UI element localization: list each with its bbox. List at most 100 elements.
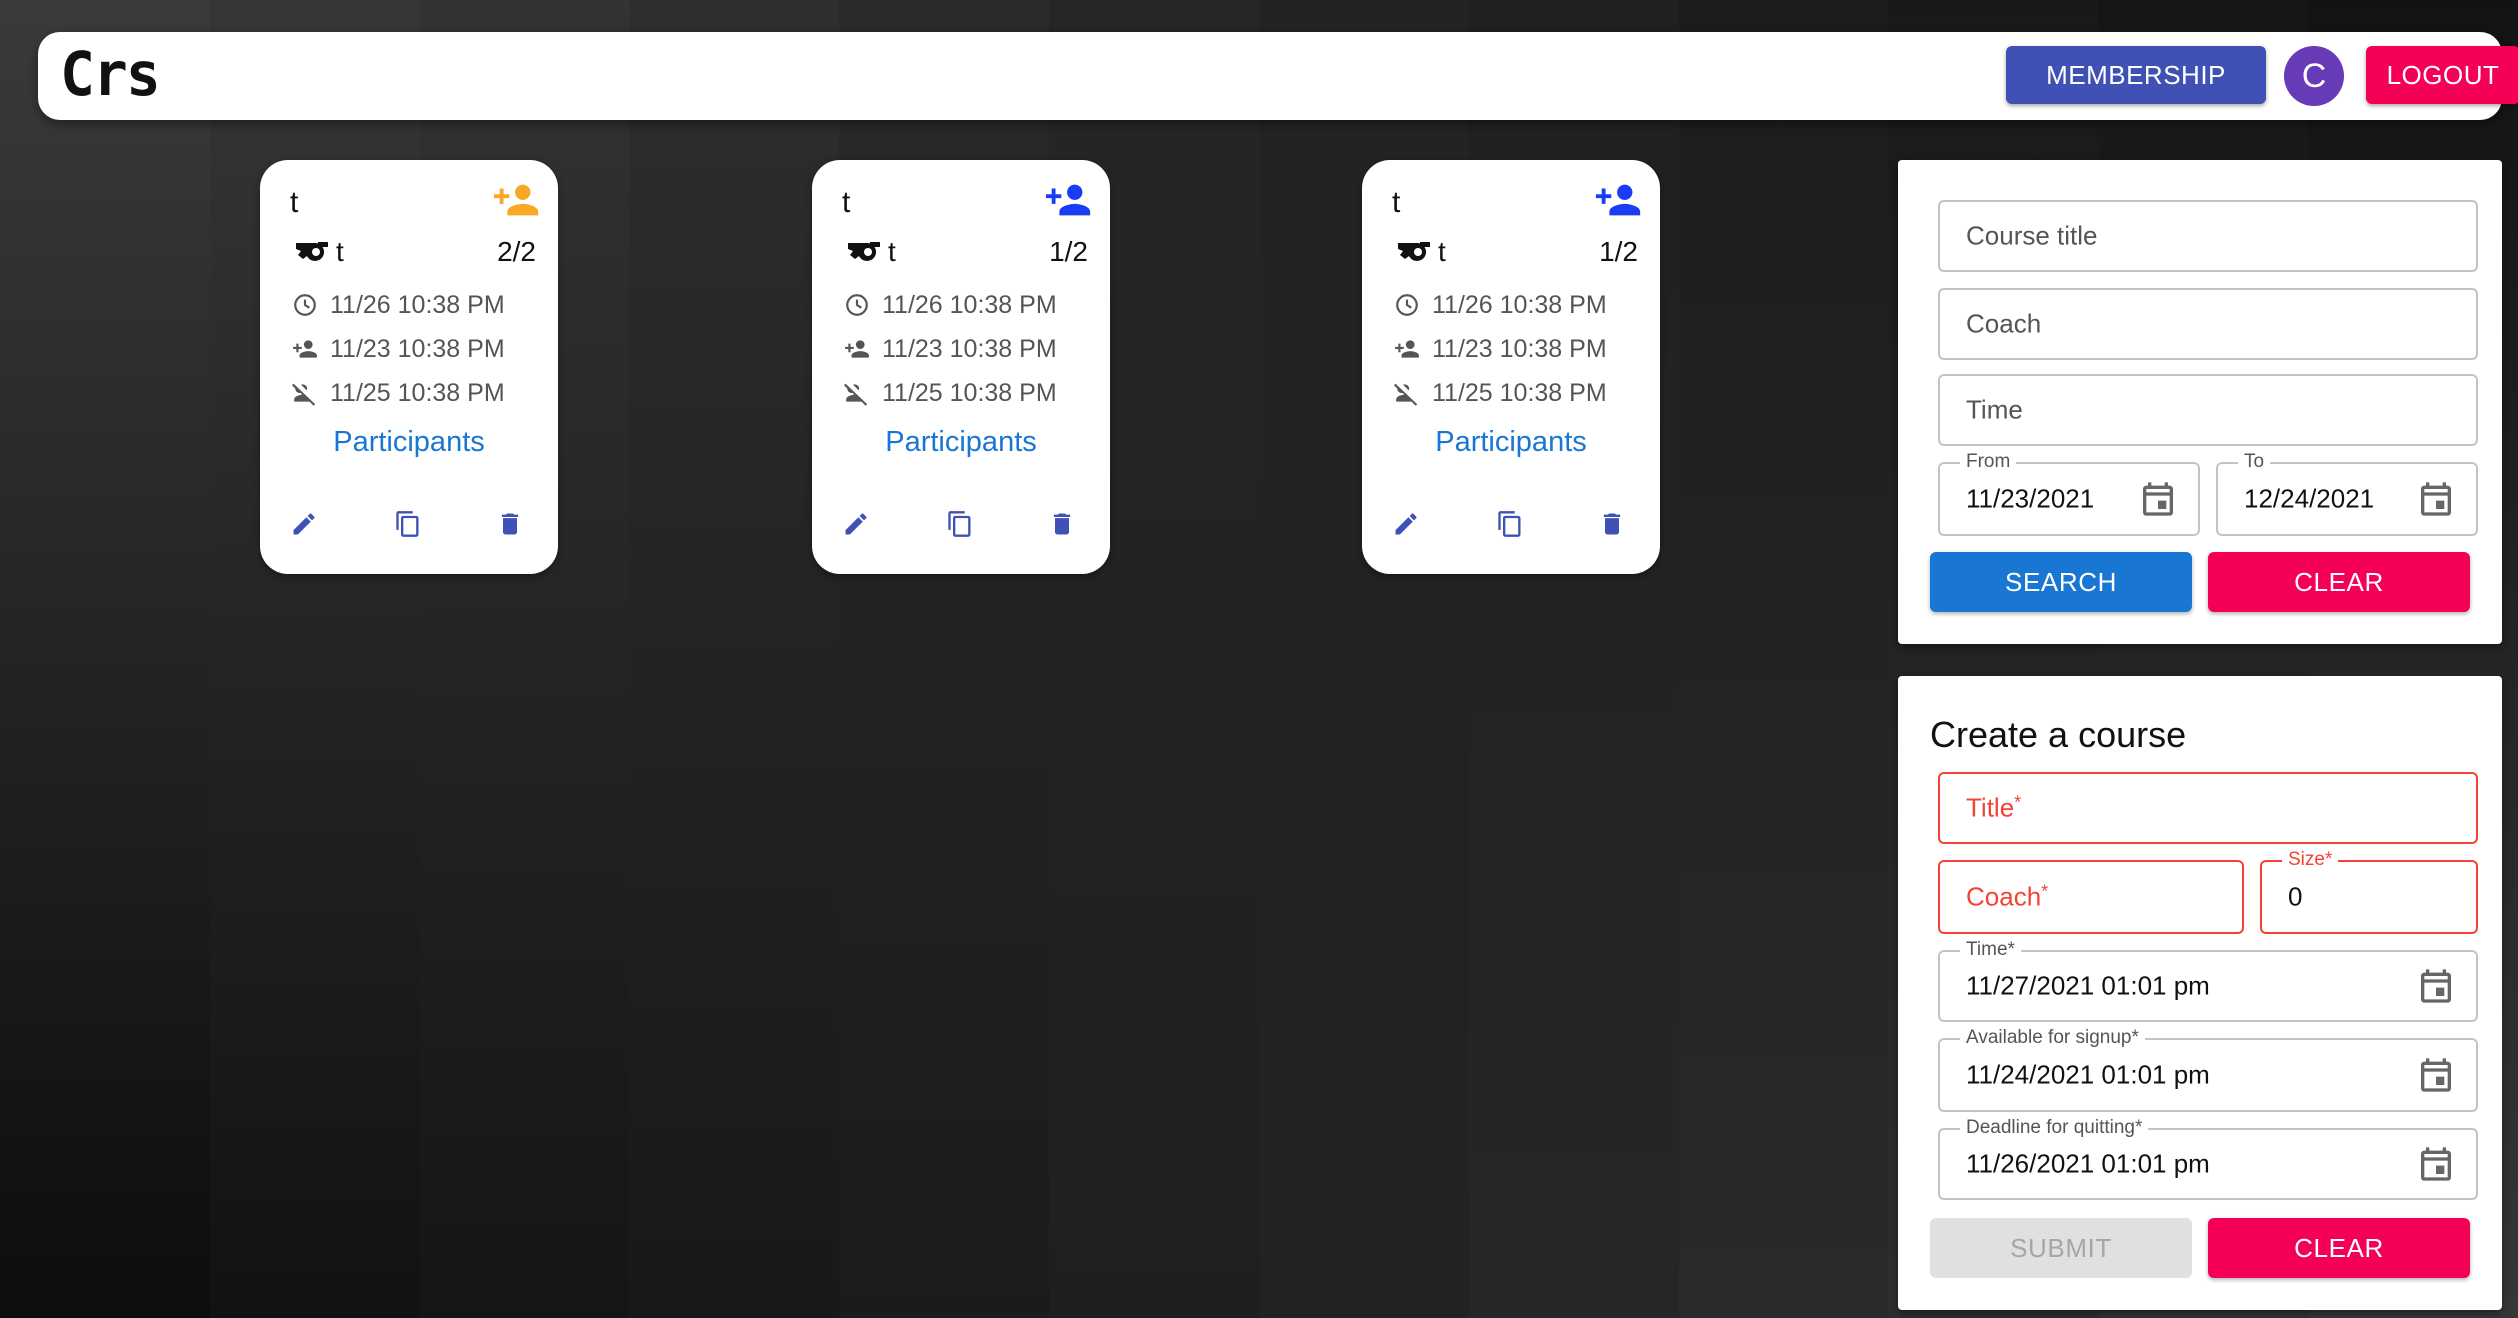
course-time-row: 11/26 10:38 PM xyxy=(292,288,505,322)
coach-placeholder: Coach xyxy=(1966,308,2042,339)
signup-time: 11/23 10:38 PM xyxy=(1432,334,1607,363)
submit-button[interactable]: SUBMIT xyxy=(1930,1218,2192,1278)
coach-row: t 1/2 xyxy=(1396,234,1638,270)
add-person-icon[interactable] xyxy=(1594,180,1644,220)
from-label: From xyxy=(1960,452,2017,472)
from-date-value: 11/23/2021 xyxy=(1966,483,2095,514)
delete-icon[interactable] xyxy=(1598,510,1626,538)
deadline-row: 11/25 10:38 PM xyxy=(1394,376,1607,410)
participants-link[interactable]: Participants xyxy=(260,426,558,459)
signup-time: 11/23 10:38 PM xyxy=(330,334,505,363)
delete-icon[interactable] xyxy=(1048,510,1076,538)
signup-input[interactable]: Available for signup* 11/24/2021 01:01 p… xyxy=(1938,1028,2478,1112)
add-person-icon[interactable] xyxy=(1044,180,1094,220)
quit-deadline: 11/25 10:38 PM xyxy=(330,378,505,407)
participant-count: 1/2 xyxy=(1049,236,1088,267)
edit-icon[interactable] xyxy=(290,510,318,538)
app-logo[interactable]: Crs xyxy=(60,38,161,109)
clear-search-button[interactable]: CLEAR xyxy=(2208,552,2470,612)
calendar-icon[interactable] xyxy=(2416,966,2456,1006)
create-course-heading: Create a course xyxy=(1930,714,2187,755)
logout-button[interactable]: LOGOUT xyxy=(2366,46,2518,104)
person-add-icon xyxy=(293,340,317,358)
coach-name: t xyxy=(888,236,896,267)
title-input[interactable]: Title* xyxy=(1938,772,2478,844)
copy-icon[interactable] xyxy=(394,510,422,538)
search-button[interactable]: SEARCH xyxy=(1930,552,2192,612)
time-search-input[interactable]: Time xyxy=(1938,374,2478,446)
quit-deadline-value: 11/26/2021 01:01 pm xyxy=(1966,1148,2210,1179)
course-time: 11/26 10:38 PM xyxy=(330,290,505,319)
course-time-row: 11/26 10:38 PM xyxy=(1394,288,1607,322)
course-time: 11/26 10:38 PM xyxy=(1432,290,1607,319)
edit-icon[interactable] xyxy=(1392,510,1420,538)
coach-row: t 2/2 xyxy=(294,234,536,270)
person-add-icon xyxy=(1395,340,1419,358)
to-label: To xyxy=(2238,452,2271,472)
delete-icon[interactable] xyxy=(496,510,524,538)
course-title: t xyxy=(1392,186,1401,219)
clock-icon xyxy=(1396,294,1418,316)
time-placeholder: Time xyxy=(1966,394,2023,425)
clock-icon xyxy=(846,294,868,316)
participant-count: 2/2 xyxy=(497,236,536,267)
coach-placeholder: Coach* xyxy=(1966,881,2049,912)
calendar-icon[interactable] xyxy=(2416,479,2456,519)
quit-deadline: 11/25 10:38 PM xyxy=(882,378,1057,407)
time-label: Time* xyxy=(1960,940,2021,960)
size-label: Size* xyxy=(2282,850,2339,870)
person-add-icon xyxy=(845,340,869,358)
participants-link[interactable]: Participants xyxy=(1362,426,1660,459)
quit-deadline: 11/25 10:38 PM xyxy=(1432,378,1607,407)
course-title-search-input[interactable]: Course title xyxy=(1938,200,2478,272)
person-off-icon xyxy=(292,383,316,406)
calendar-icon[interactable] xyxy=(2416,1055,2456,1095)
size-value: 0 xyxy=(2288,881,2303,912)
card-actions xyxy=(1362,510,1660,550)
course-title-placeholder: Course title xyxy=(1966,220,2098,251)
course-title: t xyxy=(290,186,299,219)
signup-time: 11/23 10:38 PM xyxy=(882,334,1057,363)
signup-time-row: 11/23 10:38 PM xyxy=(1394,332,1607,366)
clock-icon xyxy=(294,294,316,316)
calendar-icon[interactable] xyxy=(2416,1144,2456,1184)
time-value: 11/27/2021 01:01 pm xyxy=(1966,970,2210,1001)
quit-deadline-input[interactable]: Deadline for quitting* 11/26/2021 01:01 … xyxy=(1938,1118,2478,1200)
app-bar: Crs MEMBERSHIP C LOGOUT xyxy=(38,32,2518,120)
signup-time-row: 11/23 10:38 PM xyxy=(292,332,505,366)
title-placeholder: Title* xyxy=(1966,792,2022,823)
deadline-row: 11/25 10:38 PM xyxy=(292,376,505,410)
person-off-icon xyxy=(844,383,868,406)
coach-row: t 1/2 xyxy=(846,234,1088,270)
add-person-icon[interactable] xyxy=(492,180,542,220)
participants-link[interactable]: Participants xyxy=(812,426,1110,459)
course-card: t t 1/2 11/26 10:38 PM 11/23 10:38 PM 11… xyxy=(1362,160,1660,574)
search-panel: Course title Coach Time From 11/23/2021 … xyxy=(1898,160,2502,644)
signup-label: Available for signup* xyxy=(1960,1028,2145,1048)
coach-input[interactable]: Coach* xyxy=(1938,860,2244,934)
copy-icon[interactable] xyxy=(946,510,974,538)
course-card: t t 2/2 11/26 10:38 PM 11/23 10:38 PM 11… xyxy=(260,160,558,574)
calendar-icon[interactable] xyxy=(2138,479,2178,519)
copy-icon[interactable] xyxy=(1496,510,1524,538)
deadline-row: 11/25 10:38 PM xyxy=(844,376,1057,410)
coach-search-input[interactable]: Coach xyxy=(1938,288,2478,360)
time-input[interactable]: Time* 11/27/2021 01:01 pm xyxy=(1938,940,2478,1022)
avatar[interactable]: C xyxy=(2284,46,2344,106)
card-actions xyxy=(260,510,558,550)
whistle-icon xyxy=(296,242,328,261)
to-date-value: 12/24/2021 xyxy=(2244,483,2375,514)
from-date-input[interactable]: From 11/23/2021 xyxy=(1938,452,2200,536)
course-time-row: 11/26 10:38 PM xyxy=(844,288,1057,322)
create-course-panel: Create a course Title* Coach* Size* 0 Ti… xyxy=(1898,676,2502,1310)
participant-count: 1/2 xyxy=(1599,236,1638,267)
size-input[interactable]: Size* 0 xyxy=(2260,850,2478,934)
coach-name: t xyxy=(1438,236,1446,267)
membership-button[interactable]: MEMBERSHIP xyxy=(2006,46,2266,104)
coach-name: t xyxy=(336,236,344,267)
edit-icon[interactable] xyxy=(842,510,870,538)
clear-create-button[interactable]: CLEAR xyxy=(2208,1218,2470,1278)
person-off-icon xyxy=(1394,383,1418,406)
card-actions xyxy=(812,510,1110,550)
to-date-input[interactable]: To 12/24/2021 xyxy=(2216,452,2478,536)
